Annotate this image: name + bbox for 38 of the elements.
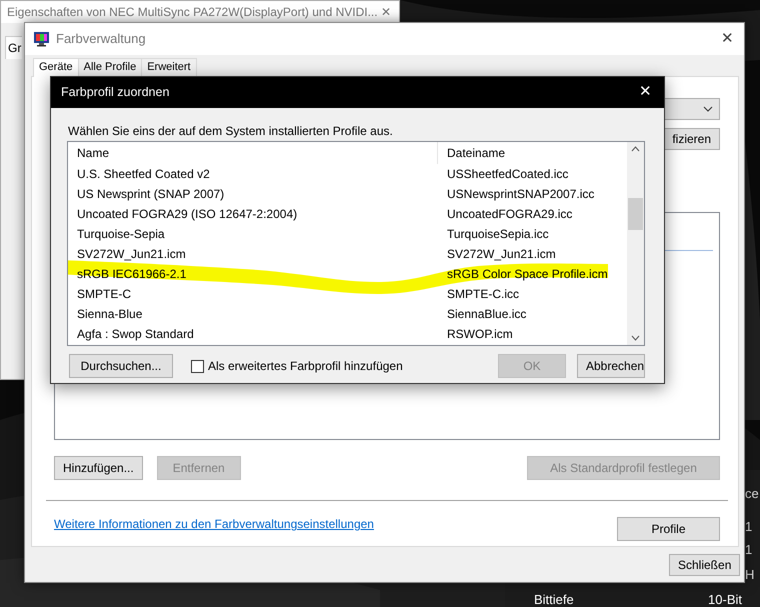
instruction-text: Wählen Sie eins der auf dem System installierten Profile aus.: [68, 123, 394, 137]
setting-text: 1: [745, 541, 752, 559]
close-button[interactable]: ✕: [721, 28, 734, 50]
column-header[interactable]: Dateiname: [438, 144, 506, 162]
setting-value: 10-Bit: [708, 591, 742, 607]
close-button[interactable]: ✕: [639, 81, 652, 104]
checkbox-label[interactable]: Als erweitertes Farbprofil hinzufügen: [208, 357, 403, 375]
table-row[interactable]: SV272W_Jun21.icm SV272W_Jun21.icm: [68, 244, 627, 264]
info-link[interactable]: Weitere Informationen zu den Farbverwaltungseinstellungen: [54, 515, 374, 533]
table-row[interactable]: US Newsprint (SNAP 2007) USNewsprintSNAP2007.icc: [68, 184, 627, 204]
dialog-title: Farbprofil zuordnen: [61, 84, 170, 102]
add-button[interactable]: Hinzufügen...: [54, 456, 143, 480]
tab[interactable]: Geräte: [33, 58, 79, 77]
scrollbar[interactable]: [627, 142, 644, 345]
table-row[interactable]: Sienna-Blue SiennaBlue.icc: [68, 304, 627, 324]
setting-text: H: [745, 566, 754, 584]
tab[interactable]: Erweitert: [141, 58, 197, 76]
table-row[interactable]: Turquoise-Sepia TurquoiseSepia.icc: [68, 224, 627, 244]
close-icon[interactable]: ✕: [381, 3, 391, 21]
chevron-down-icon: [703, 106, 713, 112]
profiles-button[interactable]: Profile: [617, 517, 720, 541]
scrollbar-thumb[interactable]: [628, 198, 643, 230]
setting-text: ce: [745, 485, 759, 503]
setting-label: Bittiefe: [534, 591, 574, 607]
browse-button[interactable]: Durchsuchen...: [69, 354, 173, 378]
table-row[interactable]: Uncoated FOGRA29 (ISO 12647-2:2004) UncoatedFOGRA29.icc: [68, 204, 627, 224]
tab[interactable]: Gr: [5, 36, 22, 59]
monitor-icon: [33, 31, 50, 47]
close-button[interactable]: Schließen: [669, 554, 740, 576]
table-row[interactable]: Agfa : Swop Standard RSWOP.icm: [68, 324, 627, 344]
table-row[interactable]: U.S. Sheetfed Coated v2 USSheetfedCoated.icc: [68, 164, 627, 184]
table-row[interactable]: SMPTE-C SMPTE-C.icc: [68, 284, 627, 304]
checkbox[interactable]: [191, 360, 204, 372]
setting-text: 1: [745, 518, 752, 536]
window-title: Eigenschaften von NEC MultiSync PA272W(DisplayPort) und NVIDI...: [7, 4, 378, 21]
window-title: Farbverwaltung: [56, 30, 146, 48]
column-header[interactable]: Name: [68, 142, 438, 164]
cancel-button[interactable]: Abbrechen: [577, 354, 645, 378]
